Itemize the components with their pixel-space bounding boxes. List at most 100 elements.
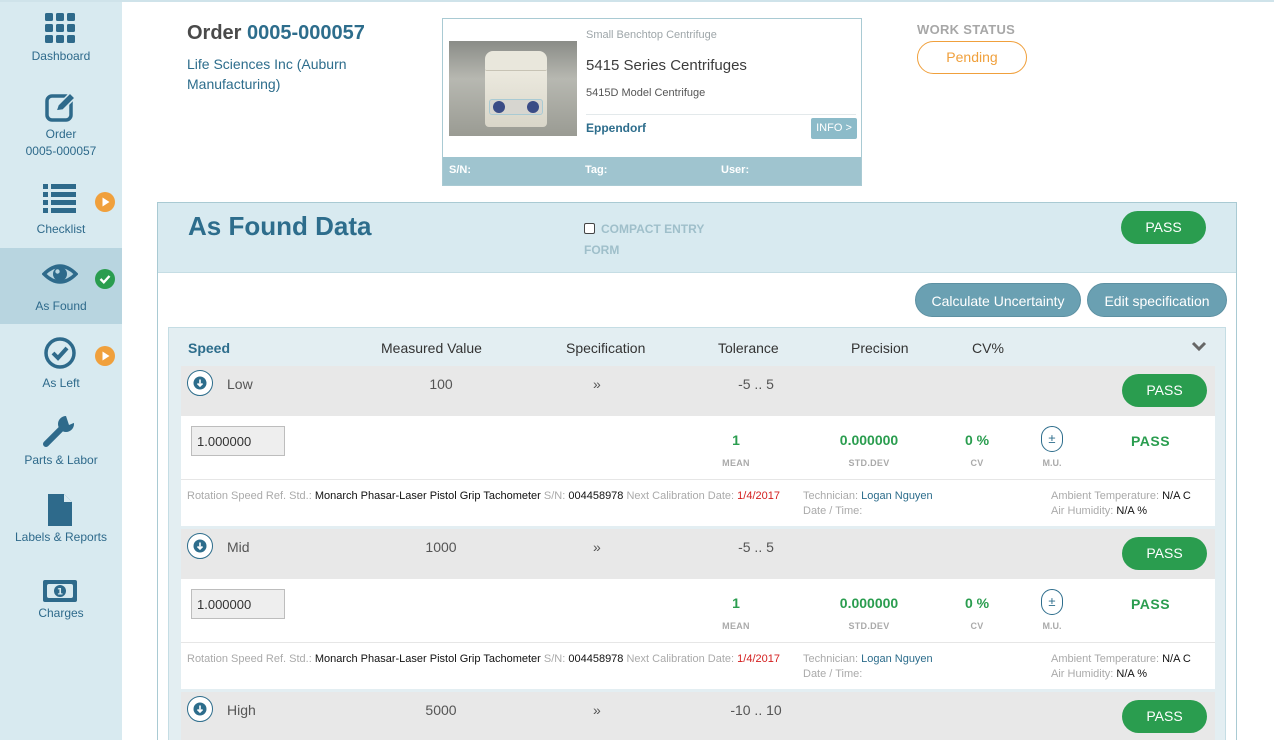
row-meta-low: Rotation Speed Ref. Std.: Monarch Phasar… bbox=[181, 480, 1215, 526]
svg-text:1: 1 bbox=[57, 588, 63, 598]
specification-value[interactable]: » bbox=[593, 539, 601, 555]
column-measured-value: Measured Value bbox=[381, 340, 482, 356]
row-body-mid: 1.000000 1 MEAN 0.000000 STD.DEV 0 % CV ± M… bbox=[181, 579, 1215, 643]
user-label: User: bbox=[721, 164, 750, 176]
measured-value: 1000 bbox=[425, 539, 457, 555]
date-time: Date / Time: bbox=[803, 505, 863, 517]
edit-icon bbox=[42, 90, 78, 124]
measured-value: 5000 bbox=[425, 702, 457, 718]
calculate-uncertainty-button[interactable]: Calculate Uncertainty bbox=[915, 283, 1081, 317]
ambient-temperature: Ambient Temperature: N/A C bbox=[1051, 490, 1191, 502]
play-arrow-icon bbox=[95, 192, 115, 212]
row-header-low: Low 100 » -5 .. 5 PASS bbox=[181, 366, 1215, 416]
sidebar-label: Charges bbox=[38, 606, 84, 620]
row-header-mid: Mid 1000 » -5 .. 5 PASS bbox=[181, 529, 1215, 579]
customer-name[interactable]: Life Sciences Inc (Auburn Manufacturing) bbox=[187, 54, 387, 94]
device-manufacturer: Eppendorf bbox=[586, 121, 646, 135]
sidebar-label: Labels & Reports bbox=[14, 530, 108, 544]
sidebar-item-parts-labor[interactable]: Parts & Labor bbox=[0, 406, 122, 482]
specification-value[interactable]: » bbox=[593, 376, 601, 392]
stddev-stat: 0.000000 STD.DEV bbox=[839, 595, 899, 631]
measurement-input[interactable]: 1.000000 bbox=[191, 426, 285, 456]
column-tolerance: Tolerance bbox=[718, 340, 779, 356]
collapse-chevron-icon[interactable] bbox=[1191, 340, 1207, 358]
order-prefix: Order bbox=[187, 22, 242, 44]
specification-value[interactable]: » bbox=[593, 702, 601, 718]
compact-entry-toggle[interactable]: COMPACT ENTRY FORM bbox=[584, 219, 724, 261]
column-cv: CV% bbox=[972, 340, 1004, 356]
checklist-icon bbox=[42, 180, 78, 214]
eye-icon bbox=[41, 256, 79, 290]
reference-standard: Rotation Speed Ref. Std.: Monarch Phasar… bbox=[187, 653, 780, 665]
compact-entry-checkbox[interactable] bbox=[584, 223, 595, 234]
panel-header: As Found Data COMPACT ENTRY FORM PASS bbox=[158, 203, 1236, 273]
dashboard-grid-icon bbox=[42, 10, 78, 44]
cv-stat: 0 % CV bbox=[964, 595, 990, 631]
row-pass-button[interactable]: PASS bbox=[1122, 374, 1207, 407]
row-name: High bbox=[227, 702, 256, 718]
ambient-temperature: Ambient Temperature: N/A C bbox=[1051, 653, 1191, 665]
device-card: Small Benchtop Centrifuge 5415 Series Ce… bbox=[442, 18, 862, 186]
check-icon bbox=[95, 269, 115, 289]
measurement-uncertainty-button[interactable]: ± bbox=[1041, 426, 1063, 452]
sidebar: Dashboard Order 0005-000057 Checklist As… bbox=[0, 2, 122, 740]
sidebar-label: Dashboard bbox=[31, 49, 91, 63]
tolerance-value: -5 .. 5 bbox=[738, 376, 774, 392]
compact-entry-label: COMPACT ENTRY FORM bbox=[584, 222, 705, 257]
date-time: Date / Time: bbox=[803, 668, 863, 680]
mu-label: M.U. bbox=[1042, 458, 1062, 468]
tolerance-value: -10 .. 10 bbox=[730, 702, 782, 718]
check-circle-icon bbox=[42, 336, 78, 370]
work-status-pill[interactable]: Pending bbox=[917, 41, 1027, 74]
overall-pass-button[interactable]: PASS bbox=[1121, 211, 1206, 244]
sidebar-item-order[interactable]: Order 0005-000057 bbox=[0, 82, 122, 166]
sidebar-label: Parts & Labor bbox=[24, 453, 98, 467]
measurement-grid: Speed Measured Value Specification Toler… bbox=[168, 327, 1226, 740]
measurement-uncertainty-button[interactable]: ± bbox=[1041, 589, 1063, 615]
panel-title: As Found Data bbox=[188, 211, 372, 241]
row-name: Low bbox=[227, 376, 253, 392]
expand-down-icon[interactable] bbox=[187, 370, 213, 396]
sidebar-item-checklist[interactable]: Checklist bbox=[0, 172, 122, 248]
mean-stat: 1 MEAN bbox=[722, 595, 750, 631]
sidebar-item-as-found[interactable]: As Found bbox=[0, 248, 122, 324]
sidebar-sublabel: 0005-000057 bbox=[25, 144, 97, 158]
row-body-low: 1.000000 1 MEAN 0.000000 STD.DEV 0 % CV ± M… bbox=[181, 416, 1215, 480]
row-pass-button[interactable]: PASS bbox=[1122, 537, 1207, 570]
device-category: Small Benchtop Centrifuge bbox=[586, 29, 717, 41]
document-icon bbox=[42, 492, 78, 526]
measurement-input[interactable]: 1.000000 bbox=[191, 589, 285, 619]
technician: Technician: Logan Nguyen bbox=[803, 653, 933, 665]
serial-number-label: S/N: bbox=[449, 164, 471, 176]
info-button[interactable]: INFO > bbox=[811, 118, 857, 139]
air-humidity: Air Humidity: N/A % bbox=[1051, 668, 1147, 680]
measured-value: 100 bbox=[429, 376, 453, 392]
sidebar-label: Order bbox=[45, 127, 77, 141]
mean-stat: 1 MEAN bbox=[722, 432, 750, 468]
divider bbox=[586, 114, 856, 115]
sidebar-item-labels-reports[interactable]: Labels & Reports bbox=[0, 484, 122, 560]
row-name: Mid bbox=[227, 539, 250, 555]
as-found-panel: As Found Data COMPACT ENTRY FORM PASS Ca… bbox=[157, 202, 1237, 740]
sidebar-item-dashboard[interactable]: Dashboard bbox=[0, 2, 122, 78]
device-photo bbox=[449, 41, 577, 136]
expand-down-icon[interactable] bbox=[187, 696, 213, 722]
sidebar-item-as-left[interactable]: As Left bbox=[0, 328, 122, 404]
tolerance-value: -5 .. 5 bbox=[738, 539, 774, 555]
order-number[interactable]: 0005-000057 bbox=[247, 22, 365, 44]
column-speed[interactable]: Speed bbox=[188, 340, 230, 356]
column-precision: Precision bbox=[851, 340, 909, 356]
technician: Technician: Logan Nguyen bbox=[803, 490, 933, 502]
expand-down-icon[interactable] bbox=[187, 533, 213, 559]
play-arrow-icon bbox=[95, 346, 115, 366]
sidebar-label: Checklist bbox=[36, 222, 86, 236]
money-icon: 1 bbox=[42, 572, 78, 606]
column-specification: Specification bbox=[566, 340, 646, 356]
tag-label: Tag: bbox=[585, 164, 608, 176]
reference-standard: Rotation Speed Ref. Std.: Monarch Phasar… bbox=[187, 490, 780, 502]
row-header-high: High 5000 » -10 .. 10 PASS bbox=[181, 692, 1215, 740]
sidebar-item-charges[interactable]: 1 Charges bbox=[0, 564, 122, 640]
edit-specification-button[interactable]: Edit specification bbox=[1087, 283, 1227, 317]
row-pass-button[interactable]: PASS bbox=[1122, 700, 1207, 733]
row-result: PASS bbox=[1131, 596, 1171, 612]
